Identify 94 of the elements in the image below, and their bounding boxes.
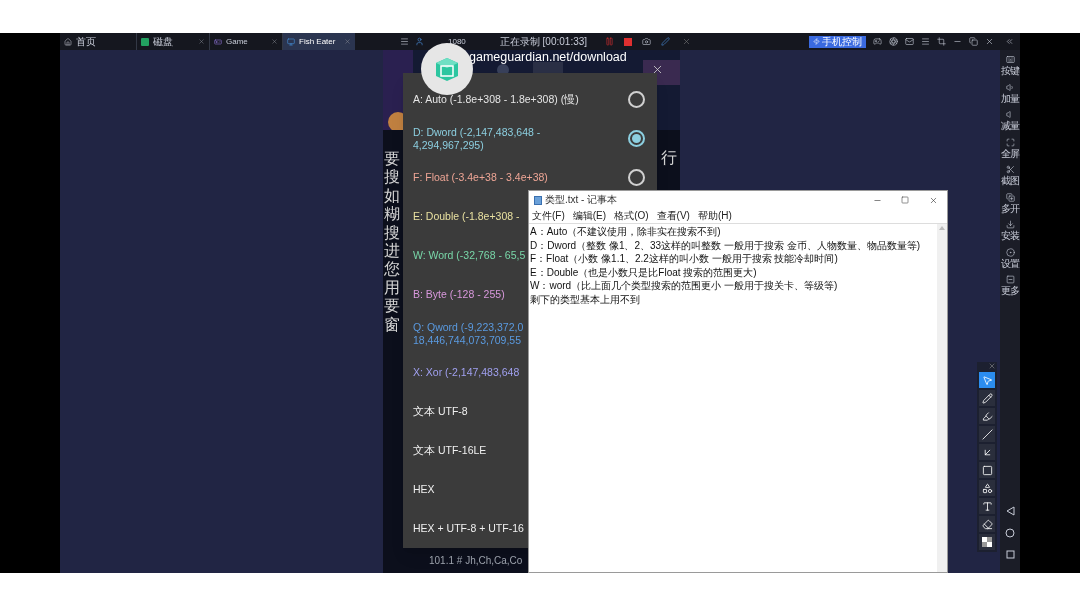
sidebar-button[interactable]: 截图 [1000, 165, 1020, 193]
data-type-option[interactable]: A: Auto (-1.8e+308 - 1.8e+308) (慢) [413, 93, 579, 106]
drawing-tool[interactable] [979, 408, 995, 424]
fullscreen-icon [1005, 137, 1015, 147]
close-icon[interactable] [985, 37, 994, 46]
close-icon[interactable] [988, 362, 996, 370]
close-icon[interactable] [928, 195, 938, 205]
emulator-tab[interactable]: 首页 [60, 33, 136, 50]
gamepad-icon [214, 37, 222, 46]
close-icon[interactable] [651, 63, 664, 76]
scrollbar[interactable] [937, 224, 947, 572]
download-icon [1005, 220, 1015, 229]
sidebar-button[interactable]: 安装 [1000, 220, 1020, 248]
record-icon[interactable] [889, 37, 898, 46]
resolution-text: 1080 [448, 37, 466, 46]
user-icon [415, 37, 424, 46]
rectangle-icon [981, 464, 993, 476]
menu-item[interactable]: 查看(V) [656, 211, 690, 221]
collapse-icon[interactable] [1005, 37, 1014, 46]
recording-status: 正在录制 [00:01:33] [499, 36, 588, 47]
drawing-tool[interactable] [979, 462, 995, 478]
camera-icon[interactable] [642, 37, 652, 46]
text-line: E：Double（也是小数只是比Float 搜索的范围更大) [530, 265, 758, 279]
radio-button[interactable] [628, 130, 645, 147]
keyboard-icon [1005, 55, 1015, 64]
menu-item[interactable]: 帮助(H) [697, 211, 732, 221]
text-icon [981, 500, 993, 512]
drawing-tool[interactable] [979, 498, 995, 514]
drawing-tool[interactable] [979, 390, 995, 406]
data-type-option[interactable]: W: Word (-32,768 - 65,5 [413, 249, 526, 262]
mail-icon[interactable] [905, 37, 914, 46]
sidebar-button[interactable]: 设置 [1000, 247, 1020, 275]
eraser-icon [981, 518, 993, 530]
game-text: 行 [661, 150, 677, 166]
drawing-tool[interactable] [979, 444, 995, 460]
pencil-icon [981, 392, 993, 404]
target-icon [1005, 247, 1015, 257]
sidebar-button[interactable]: 全屏 [1000, 137, 1020, 165]
data-type-option[interactable]: HEX + UTF-8 + UTF-16 [413, 522, 524, 535]
sidebar-button[interactable]: 按键 [1000, 55, 1020, 83]
data-type-option[interactable]: B: Byte (-128 - 255) [413, 288, 505, 301]
data-type-option[interactable]: 文本 UTF-16LE [413, 444, 487, 457]
data-type-option[interactable]: F: Float (-3.4e+38 - 3.4e+38) [413, 171, 548, 184]
shapes-icon [981, 482, 993, 494]
menu-icon[interactable] [400, 37, 409, 46]
menu-icon[interactable] [921, 37, 930, 46]
data-type-option[interactable]: D: Dword (-2,147,483,648 - 4,294,967,295) [413, 125, 541, 152]
sidebar-button[interactable]: 减量 [1000, 110, 1020, 138]
menu-item[interactable]: 格式(O) [614, 211, 649, 221]
drawing-tool[interactable] [979, 426, 995, 442]
volume-up-icon [1005, 82, 1015, 92]
drawing-tool[interactable] [979, 480, 995, 496]
sidebar-button[interactable]: 更多 [1000, 275, 1020, 303]
sidebar-button[interactable]: 加量 [1000, 82, 1020, 110]
menu-item[interactable]: 编辑(E) [572, 211, 607, 221]
marker-icon [981, 410, 993, 422]
drawing-tool[interactable] [979, 534, 995, 550]
data-type-option[interactable]: HEX [413, 483, 435, 496]
restore-icon[interactable] [969, 37, 978, 46]
checker-icon [982, 537, 992, 547]
emulator-tab[interactable]: Fish Eater [282, 33, 355, 50]
radio-button[interactable] [628, 91, 645, 108]
text-line: A：Auto（不建议使用，除非实在搜索不到) [530, 225, 722, 239]
game-bottom-text: 101.1 # Jh,Ch,Ca,Co [429, 556, 523, 566]
window-title: 类型.txt - 记事本 [545, 195, 618, 205]
data-type-option[interactable]: Q: Qword (-9,223,372,0 18,446,744,073,709,55 [413, 320, 524, 347]
sidebar-button[interactable]: 多开 [1000, 192, 1020, 220]
text-line: D：Dword（整数 像1、2、33这样的叫整数 一般用于搜索 金币、人物数量、物品数量等) [530, 238, 922, 252]
gamepad-icon[interactable] [873, 37, 882, 46]
more-icon [1005, 275, 1015, 284]
data-type-option[interactable]: X: Xor (-2,147,483,648 [413, 366, 520, 379]
text-line: W：word（比上面几个类型搜索的范围更小 一般用于搜关卡、等级等) [530, 279, 839, 293]
text-line: F：Float（小数 像1.1、2.2这样的叫小数 一般用于搜索 技能冷却时间) [530, 252, 839, 266]
game-side-text: 要搜如糊搜进您用要窗 [384, 150, 400, 334]
lightning-icon [813, 38, 820, 45]
drawing-tool[interactable] [979, 516, 995, 532]
data-type-option[interactable]: 文本 UTF-8 [413, 405, 468, 418]
cursor-icon [981, 374, 993, 386]
recents-icon[interactable] [1005, 550, 1015, 559]
menu-item[interactable]: 文件(F) [532, 211, 565, 221]
url-text: gameguardian.net/download [469, 51, 627, 64]
notepad-icon [534, 195, 542, 205]
home-icon [64, 37, 72, 46]
data-type-option[interactable]: E: Double (-1.8e+308 - [413, 210, 520, 223]
text-line: 剩下的类型基本上用不到 [530, 292, 641, 306]
back-icon[interactable] [1005, 506, 1015, 516]
phone-control-button[interactable]: 手机控制 [809, 35, 866, 48]
stop-icon[interactable] [624, 37, 633, 46]
app-icon [141, 37, 149, 46]
scissors-icon [1005, 165, 1015, 174]
line-icon [981, 428, 993, 440]
home-icon[interactable] [1005, 528, 1015, 538]
radio-button[interactable] [628, 169, 645, 186]
window-plus-icon [1005, 192, 1015, 202]
